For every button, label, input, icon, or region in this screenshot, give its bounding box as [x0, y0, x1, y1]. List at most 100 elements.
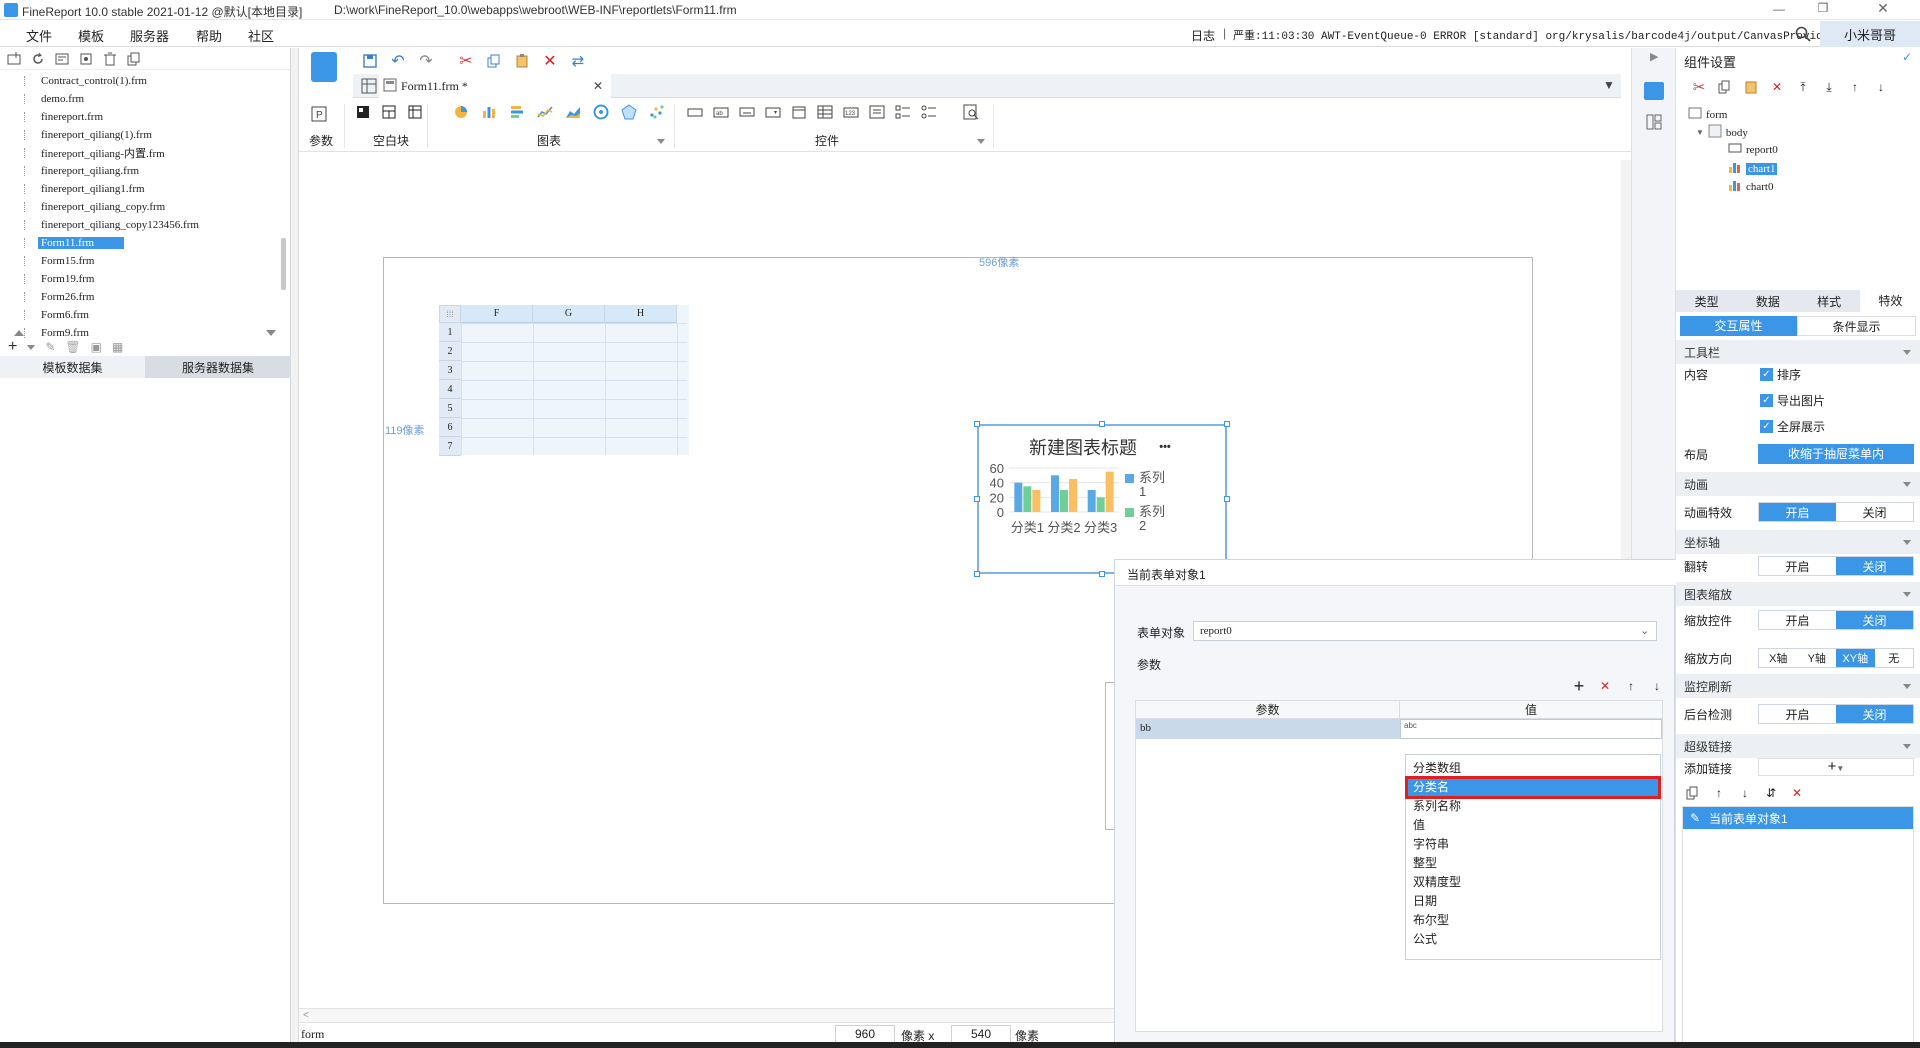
- delete-dataset-icon[interactable]: 🗑: [65, 340, 80, 354]
- combo-control-icon[interactable]: [765, 104, 781, 120]
- tree-node-form[interactable]: form: [1688, 106, 1727, 123]
- pie-chart-icon[interactable]: [453, 104, 469, 120]
- toolbar-section-header[interactable]: 工具栏: [1676, 340, 1920, 364]
- close-tab-icon[interactable]: ✕: [593, 79, 603, 93]
- delete-link-icon[interactable]: ✕: [1788, 782, 1806, 804]
- row-header[interactable]: 3: [439, 361, 461, 380]
- widget-layout-icon[interactable]: [1646, 114, 1662, 133]
- width-input[interactable]: 960: [835, 1025, 895, 1043]
- file-tree-item[interactable]: demo.frm: [0, 90, 280, 108]
- copy-link-icon[interactable]: [1684, 782, 1702, 804]
- checkbox-checked-icon[interactable]: ✓: [1760, 394, 1773, 407]
- checkbox-group-icon[interactable]: [895, 104, 911, 120]
- row-header[interactable]: 5: [439, 399, 461, 418]
- scatter-chart-icon[interactable]: [649, 104, 665, 120]
- grid-layout-icon[interactable]: [407, 104, 423, 120]
- delete-icon[interactable]: ✕: [1768, 76, 1786, 98]
- param-pane-icon[interactable]: P: [311, 106, 327, 125]
- menu-community[interactable]: 社区: [248, 26, 274, 45]
- move-up-icon[interactable]: ↑: [1710, 782, 1728, 804]
- dialog-title-bar[interactable]: 当前表单对象1: [1115, 560, 1676, 586]
- log-label[interactable]: 日志: [1191, 27, 1215, 44]
- move-up-icon[interactable]: ↑: [1622, 675, 1640, 697]
- tab-template-dataset[interactable]: 模板数据集: [0, 356, 145, 378]
- locate-icon[interactable]: [78, 51, 94, 67]
- move-bottom-icon[interactable]: ⤓: [1820, 76, 1838, 98]
- grid-corner[interactable]: ⁞⁞⁞: [439, 305, 461, 323]
- move-down-icon[interactable]: ↓: [1872, 76, 1890, 98]
- check-sort[interactable]: ✓ 排序: [1760, 366, 1801, 383]
- add-dataset-icon[interactable]: +: [8, 338, 17, 356]
- save-icon[interactable]: [359, 50, 381, 72]
- move-down-icon[interactable]: ↓: [1736, 782, 1754, 804]
- zoom-on-option[interactable]: 开启: [1759, 611, 1836, 629]
- edit-icon[interactable]: ✎: [1687, 810, 1703, 826]
- column-header[interactable]: H: [605, 305, 677, 323]
- height-input[interactable]: 540: [951, 1025, 1011, 1043]
- check-export-image[interactable]: ✓ 导出图片: [1760, 392, 1825, 409]
- tab-layout-icon[interactable]: [381, 104, 397, 120]
- delete-icon[interactable]: [102, 51, 118, 67]
- horizontal-bar-icon[interactable]: [509, 104, 525, 120]
- row-header[interactable]: 6: [439, 418, 461, 437]
- widget-settings-tab-icon[interactable]: [1644, 82, 1664, 100]
- chart-menu-icon[interactable]: •••: [1159, 441, 1171, 453]
- report0-grid[interactable]: ⁞⁞⁞ FGH 1234567: [439, 305, 689, 456]
- menu-template[interactable]: 模板: [78, 26, 104, 45]
- row-header[interactable]: 1: [439, 323, 461, 342]
- zoom-dir-x[interactable]: X轴: [1759, 649, 1798, 667]
- date-control-icon[interactable]: [791, 104, 807, 120]
- resize-handle-ml[interactable]: [974, 496, 980, 502]
- log-message[interactable]: 严重:11:03:30 AWT-EventQueue-0 ERROR [stan…: [1233, 27, 1836, 43]
- zoom-dir-none[interactable]: 无: [1875, 649, 1914, 667]
- textarea-control-icon[interactable]: [869, 104, 885, 120]
- param-row[interactable]: bb: [1136, 719, 1400, 739]
- resize-handle-tl[interactable]: [974, 421, 980, 427]
- tab-type[interactable]: 类型: [1676, 293, 1737, 310]
- file-tree-item[interactable]: Form26.frm: [0, 288, 280, 306]
- subtab-condition-display[interactable]: 条件显示: [1797, 316, 1916, 336]
- radio-group-icon[interactable]: [921, 104, 937, 120]
- collapse-panel-icon[interactable]: ▶: [1650, 50, 1658, 63]
- type-abc-icon[interactable]: abc: [1404, 721, 1417, 730]
- copy-icon[interactable]: [126, 51, 142, 67]
- value-editor[interactable]: abc: [1400, 719, 1662, 739]
- zoom-dir-toggle[interactable]: X轴 Y轴 XY轴 无: [1758, 648, 1914, 668]
- bg-check-toggle[interactable]: 开启 关闭: [1758, 704, 1914, 724]
- file-tree-item[interactable]: Form11.frm: [0, 234, 280, 252]
- form-object-select[interactable]: report0 ⌄: [1193, 621, 1657, 641]
- add-dataset-dropdown-icon[interactable]: [27, 344, 36, 350]
- expand-icon[interactable]: ▼: [1603, 78, 1615, 92]
- label-control-icon[interactable]: [687, 104, 703, 120]
- dropdown-option[interactable]: 公式: [1407, 930, 1659, 949]
- resize-handle-mr[interactable]: [1224, 496, 1230, 502]
- close-window-button[interactable]: ✕: [1868, 0, 1898, 17]
- subtab-interaction[interactable]: 交互属性: [1680, 316, 1797, 336]
- move-down-icon[interactable]: ↓: [1648, 675, 1666, 697]
- dropdown-option[interactable]: 日期: [1407, 892, 1659, 911]
- minimize-button[interactable]: —: [1764, 2, 1794, 16]
- bg-on-option[interactable]: 开启: [1759, 705, 1836, 723]
- delete-param-icon[interactable]: ✕: [1596, 675, 1614, 697]
- zoom-ctrl-toggle[interactable]: 开启 关闭: [1758, 610, 1914, 630]
- chart1-widget[interactable]: 新建图表标题 ••• 0 20 40 60 分类1 分类2 分类3 系列 1 系列 2: [977, 424, 1227, 574]
- tree-node-report0[interactable]: report0: [1728, 142, 1778, 157]
- flip-toggle[interactable]: 开启 关闭: [1758, 556, 1914, 576]
- monitor-section-header[interactable]: 监控刷新: [1676, 674, 1920, 698]
- bar-chart-icon[interactable]: [481, 104, 497, 120]
- resize-handle-bl[interactable]: [974, 571, 980, 577]
- tree-node-chart0[interactable]: chart0: [1728, 178, 1773, 195]
- checkbox-checked-icon[interactable]: ✓: [1760, 368, 1773, 381]
- table-control-icon[interactable]: [817, 104, 833, 120]
- file-tree-scrollbar[interactable]: [281, 238, 286, 290]
- new-folder-icon[interactable]: [6, 51, 22, 67]
- radar-chart-icon[interactable]: [621, 104, 637, 120]
- anim-on-option[interactable]: 开启: [1759, 503, 1836, 521]
- expand-chevron-icon[interactable]: ▼: [1696, 128, 1704, 137]
- zoom-dir-xy[interactable]: XY轴: [1836, 649, 1875, 667]
- preview-dataset-icon[interactable]: ▣: [91, 340, 102, 354]
- cut-icon[interactable]: ✂: [1690, 76, 1708, 98]
- animation-section-header[interactable]: 动画: [1676, 472, 1920, 496]
- flip-off-option[interactable]: 关闭: [1836, 557, 1913, 575]
- anim-off-option[interactable]: 关闭: [1836, 503, 1913, 521]
